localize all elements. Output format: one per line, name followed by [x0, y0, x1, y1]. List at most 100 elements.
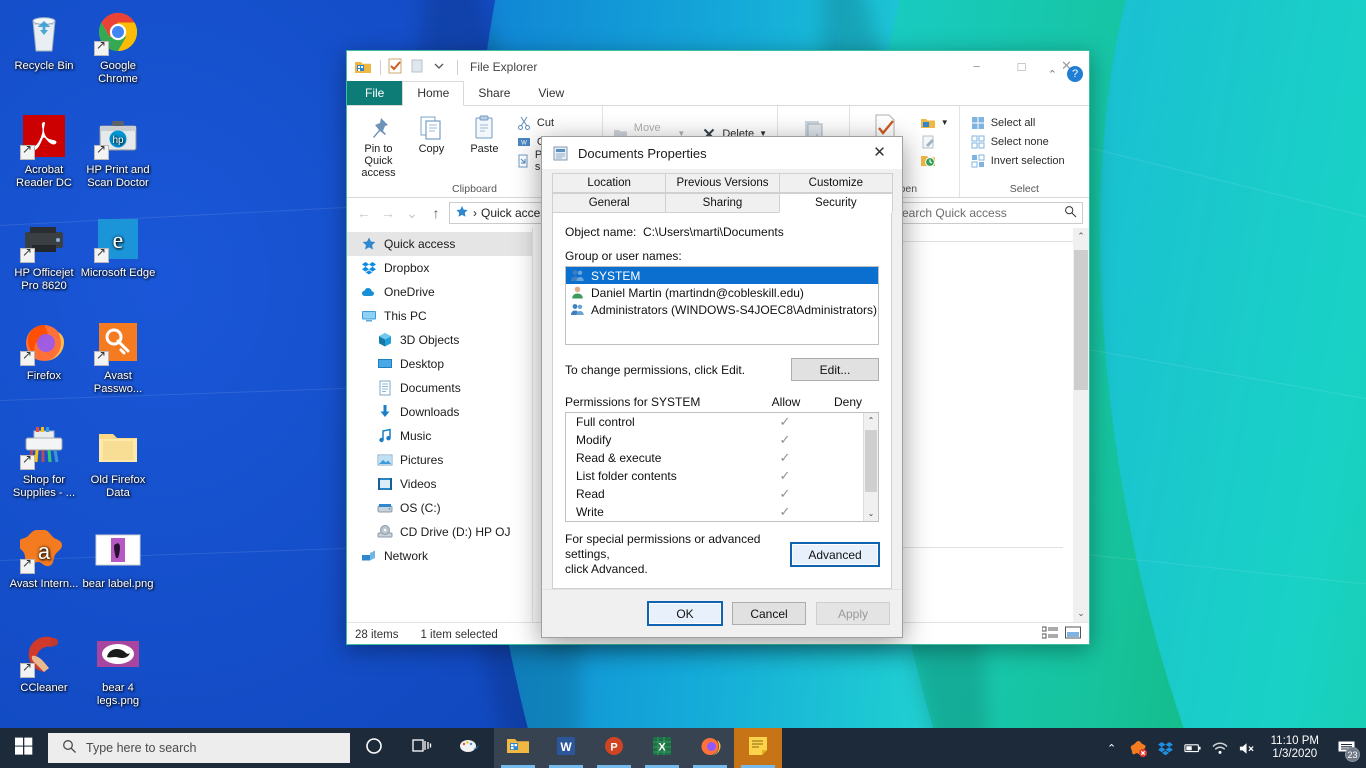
tab-previous-versions[interactable]: Previous Versions — [665, 173, 780, 193]
dialog-tabs[interactable]: Location Previous Versions Customize Gen… — [552, 173, 893, 213]
scrollbar-thumb[interactable] — [1074, 250, 1088, 390]
battery-icon[interactable] — [1183, 739, 1202, 757]
edit-button[interactable]: Edit... — [791, 358, 879, 381]
sidebar-item-this-pc[interactable]: This PC — [347, 304, 532, 328]
desktop-icon-hp-officejet[interactable]: HP Officejet Pro 8620 — [6, 215, 82, 293]
file-explorer-taskbar-button[interactable] — [494, 728, 542, 768]
dialog-tab-row-1[interactable]: Location Previous Versions Customize — [552, 173, 893, 193]
sidebar-item-cd-drive-d[interactable]: CD Drive (D:) HP OJ — [347, 520, 532, 544]
desktop-icon-shop-for-supplies[interactable]: Shop for Supplies - ... — [6, 422, 82, 500]
paste-button[interactable]: Paste — [458, 110, 511, 158]
volume-muted-icon[interactable] — [1238, 739, 1256, 757]
dropbox-tray-icon[interactable] — [1157, 739, 1175, 757]
sidebar-item-documents[interactable]: Documents — [347, 376, 532, 400]
sidebar-item-network[interactable]: Network — [347, 544, 532, 568]
new-folder-quick-access-icon[interactable] — [408, 57, 428, 77]
edit-button[interactable] — [915, 132, 954, 151]
desktop-icon-acrobat-reader[interactable]: Acrobat Reader DC — [6, 112, 82, 190]
dialog-close-icon[interactable]: ✕ — [857, 137, 902, 167]
sidebar-item-3d-objects[interactable]: 3D Objects — [347, 328, 532, 352]
documents-properties-dialog[interactable]: Documents Properties ✕ Location Previous… — [541, 136, 903, 638]
details-view-icon[interactable] — [1041, 626, 1058, 643]
desktop-icon-avast-internet-security[interactable]: a Avast Intern... — [6, 526, 82, 591]
desktop-icon-avast-passwords[interactable]: Avast Passwo... — [80, 318, 156, 396]
forward-button[interactable]: → — [377, 202, 399, 224]
tab-general[interactable]: General — [552, 193, 667, 213]
collapse-ribbon-icon[interactable]: ⌃ — [1048, 68, 1057, 81]
dialog-titlebar[interactable]: Documents Properties ✕ — [542, 137, 902, 169]
open-chevron-down-icon[interactable]: ▼ — [941, 118, 949, 127]
sidebar-item-music[interactable]: Music — [347, 424, 532, 448]
avast-tray-icon[interactable] — [1130, 739, 1148, 757]
wifi-icon[interactable] — [1211, 739, 1229, 757]
list-item[interactable]: Daniel Martin (martindn@cobleskill.edu) — [566, 284, 878, 301]
permissions-scrollbar[interactable]: ⌃ ⌄ — [863, 413, 878, 521]
cut-button[interactable]: Cut — [511, 113, 597, 132]
apply-button[interactable]: Apply — [816, 602, 890, 625]
select-all-button[interactable]: Select all — [965, 113, 1070, 132]
sidebar-item-onedrive[interactable]: OneDrive — [347, 280, 532, 304]
excel-taskbar-button[interactable]: X — [638, 728, 686, 768]
system-tray[interactable]: ⌃ 11:10 PM 1/3/2020 23 — [1103, 735, 1366, 762]
desktop-icon-bear-4-legs-png[interactable]: bear 4 legs.png — [80, 630, 156, 708]
view-mode-buttons[interactable] — [1041, 626, 1081, 643]
tab-view[interactable]: View — [524, 82, 578, 105]
start-button[interactable] — [0, 728, 48, 768]
scroll-down-arrow-icon[interactable]: ⌄ — [864, 506, 878, 521]
recent-locations-button[interactable]: ⌄ — [401, 202, 423, 224]
word-taskbar-button[interactable]: W — [542, 728, 590, 768]
copy-button[interactable]: Copy — [405, 110, 458, 158]
ok-button[interactable]: OK — [648, 602, 722, 625]
tab-location[interactable]: Location — [552, 173, 667, 193]
up-button[interactable]: ↑ — [425, 202, 447, 224]
sidebar-item-quick-access[interactable]: Quick access — [347, 232, 532, 256]
back-button[interactable]: ← — [353, 202, 375, 224]
sidebar-item-desktop[interactable]: Desktop — [347, 352, 532, 376]
table-row[interactable]: List folder contents ✓ — [566, 467, 878, 485]
search-input[interactable]: Search Quick access — [888, 202, 1083, 224]
large-icons-view-icon[interactable] — [1065, 626, 1081, 643]
explorer-titlebar[interactable]: File Explorer − □ ✕ — [347, 51, 1089, 83]
desktop-icon-ccleaner[interactable]: CCleaner — [6, 630, 82, 695]
properties-quick-access-icon[interactable] — [386, 57, 406, 77]
cortana-button[interactable] — [350, 728, 398, 768]
tab-home[interactable]: Home — [402, 81, 465, 106]
minimize-button[interactable]: − — [954, 51, 999, 81]
action-center-button[interactable]: 23 — [1334, 737, 1360, 762]
history-button[interactable] — [915, 151, 954, 170]
scroll-down-arrow-icon[interactable]: ⌄ — [1073, 605, 1089, 622]
scrollbar-thumb[interactable] — [865, 430, 877, 492]
tab-sharing[interactable]: Sharing — [665, 193, 780, 213]
desktop-icon-google-chrome[interactable]: Google Chrome — [80, 8, 156, 86]
sticky-notes-taskbar-button[interactable] — [734, 728, 782, 768]
help-icon[interactable]: ? — [1067, 66, 1083, 82]
table-row[interactable]: Read & execute ✓ — [566, 449, 878, 467]
cancel-button[interactable]: Cancel — [732, 602, 806, 625]
paint-3d-button[interactable] — [446, 728, 494, 768]
list-item[interactable]: SYSTEM — [566, 267, 878, 284]
desktop-icon-bear-label-png[interactable]: bear label.png — [80, 526, 156, 591]
ribbon-tabs[interactable]: File Home Share View ⌃ ? — [347, 66, 1089, 106]
show-hidden-icons-chevron-up-icon[interactable]: ⌃ — [1103, 739, 1121, 757]
table-row[interactable]: Full control ✓ — [566, 413, 878, 431]
firefox-taskbar-button[interactable] — [686, 728, 734, 768]
desktop-icon-old-firefox-data[interactable]: Old Firefox Data — [80, 422, 156, 500]
table-row[interactable]: Write ✓ — [566, 503, 878, 521]
search-icon[interactable] — [1064, 205, 1077, 221]
ribbon-right-controls[interactable]: ⌃ ? — [1048, 66, 1083, 82]
sidebar-item-pictures[interactable]: Pictures — [347, 448, 532, 472]
pin-to-quick-access-button[interactable]: Pin to Quick access — [352, 110, 405, 182]
table-row[interactable]: Modify ✓ — [566, 431, 878, 449]
powerpoint-taskbar-button[interactable]: P — [590, 728, 638, 768]
list-item[interactable]: Administrators (WINDOWS-S4JOEC8\Administ… — [566, 301, 878, 318]
tab-security[interactable]: Security — [778, 193, 893, 213]
desktop-icon-recycle-bin[interactable]: Recycle Bin — [6, 8, 82, 73]
navigation-pane[interactable]: Quick access Dropbox OneDrive This PC 3D… — [347, 228, 533, 622]
tab-customize[interactable]: Customize — [778, 173, 893, 193]
tab-file[interactable]: File — [347, 81, 403, 105]
content-vertical-scrollbar[interactable]: ⌃ ⌄ — [1073, 228, 1089, 622]
scroll-up-arrow-icon[interactable]: ⌃ — [1073, 228, 1089, 245]
invert-selection-button[interactable]: Invert selection — [965, 151, 1070, 170]
table-row[interactable]: Read ✓ — [566, 485, 878, 503]
select-none-button[interactable]: Select none — [965, 132, 1070, 151]
